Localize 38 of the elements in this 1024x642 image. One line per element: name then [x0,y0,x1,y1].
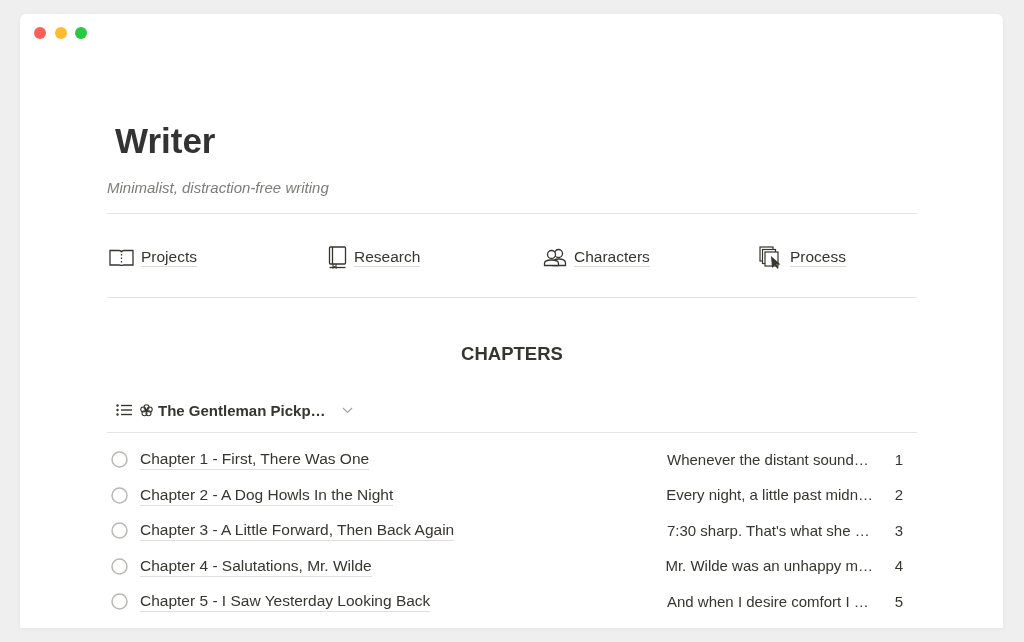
chapter-link[interactable]: Chapter 3 - A Little Forward, Then Back Again [140,520,455,542]
section-heading: CHAPTERS [461,342,563,366]
chapter-number: 1 [894,449,903,470]
pages-cursor-icon [759,245,783,269]
preview-text: Mr. Wilde was an unhappy m… [665,556,873,577]
chapter-link[interactable]: Chapter 1 - First, There Was One [140,449,370,471]
nav-link[interactable]: Characters [574,247,650,267]
preview-text: Every night, a little past midn… [666,485,873,506]
nav-link[interactable]: Process [790,247,846,267]
chapter-number: 4 [894,556,903,577]
chapter-link[interactable]: Chapter 2 - A Dog Howls In the Night [140,484,394,506]
people-icon [543,247,567,267]
window-control-button[interactable] [75,27,87,39]
flower-icon [140,403,153,417]
chapter-link[interactable]: Chapter 5 - I Saw Yesterday Looking Back [140,591,431,613]
window-control-button[interactable] [54,27,67,39]
view-selector[interactable]: The Gentleman Pickp… [113,399,356,421]
list-icon [116,404,132,416]
checkbox[interactable] [111,557,128,575]
checkbox[interactable] [111,593,128,611]
preview-text: And when I desire comfort I … [667,591,870,612]
nav-link[interactable]: Projects [141,247,197,267]
chapter-link[interactable]: Chapter 4 - Salutations, Mr. Wilde [140,555,372,577]
checkbox[interactable] [111,522,128,540]
window-control-button[interactable] [34,27,46,39]
preview-text: Whenever the distant sound… [667,449,870,470]
book-icon [328,245,347,269]
checkbox[interactable] [111,486,128,504]
chapter-number: 2 [894,485,903,506]
chapter-number: 5 [894,591,903,612]
checkbox[interactable] [111,451,128,469]
chevron-down-icon [341,406,353,414]
chapter-number: 3 [894,520,903,541]
preview-text: 7:30 sharp. That's what she … [667,520,871,541]
page-subtitle: Minimalist, distraction-free writing [107,178,329,198]
open-book-icon [109,247,134,267]
page-title: Writer [114,120,216,162]
nav-link[interactable]: Research [354,247,421,267]
